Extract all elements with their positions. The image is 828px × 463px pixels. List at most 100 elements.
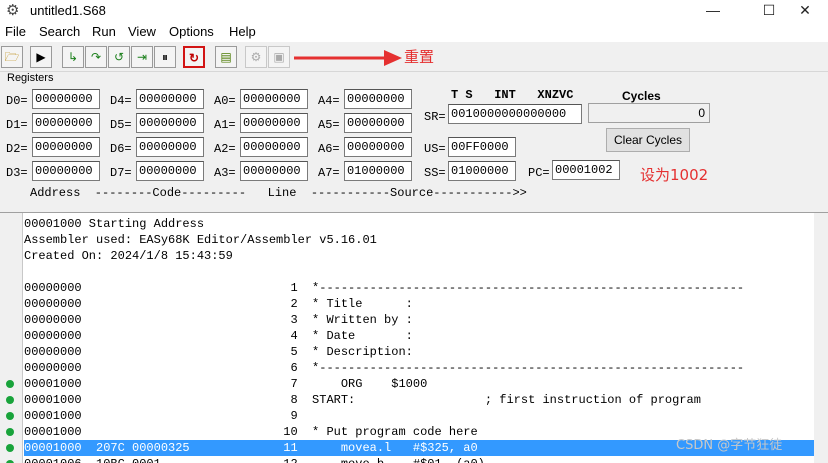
trace-icon: ↺ <box>113 50 125 64</box>
listing-line[interactable]: 00000000 4 * Date : <box>24 328 828 344</box>
minimize-button[interactable]: — <box>690 0 736 22</box>
pause-button[interactable]: ⏸ <box>154 46 176 68</box>
listing-line[interactable]: 00000000 3 * Written by : <box>24 312 828 328</box>
a4-field[interactable]: 00000000 <box>344 89 412 109</box>
breakpoint-marker[interactable] <box>6 396 14 404</box>
menu-options[interactable]: Options <box>169 24 214 39</box>
menu-help[interactable]: Help <box>229 24 256 39</box>
menu-view[interactable]: View <box>128 24 156 39</box>
d7-field[interactable]: 00000000 <box>136 161 204 181</box>
reset-annotation: 重置 <box>404 48 435 66</box>
log-icon: ▤ <box>220 50 232 64</box>
cycles-value: 0 <box>588 103 710 123</box>
listing-line[interactable]: 00001000 9 <box>24 408 828 424</box>
d2-label: D2= <box>6 142 28 156</box>
log-stop-icon: ▣ <box>273 50 285 64</box>
a6-label: A6= <box>318 142 340 156</box>
a6-field[interactable]: 00000000 <box>344 137 412 157</box>
pc-label: PC= <box>528 166 550 180</box>
run-button[interactable]: ▶ <box>30 46 52 68</box>
a0-field[interactable]: 00000000 <box>240 89 308 109</box>
reset-icon: ↻ <box>188 51 200 65</box>
a3-field[interactable]: 00000000 <box>240 161 308 181</box>
clear-cycles-button[interactable]: Clear Cycles <box>606 128 690 152</box>
listing-line[interactable]: 00000000 5 * Description: <box>24 344 828 360</box>
title-bar: ⚙ untitled1.S68 — ☐ ✕ <box>0 0 828 23</box>
pause-icon: ⏸ <box>161 50 168 64</box>
listing-line[interactable]: Assembler used: EASy68K Editor/Assembler… <box>24 232 828 248</box>
step-over-button[interactable]: ↷ <box>85 46 107 68</box>
listing-line[interactable]: 00000000 1 *----------------------------… <box>24 280 828 296</box>
sr-flags-header: T S INT XNZVC <box>451 88 574 102</box>
step-into-icon: ↳ <box>67 50 79 64</box>
open-button[interactable]: 🗁 <box>1 46 23 68</box>
breakpoint-gutter[interactable] <box>0 213 23 463</box>
a1-field[interactable]: 00000000 <box>240 113 308 133</box>
d6-label: D6= <box>110 142 132 156</box>
d4-label: D4= <box>110 94 132 108</box>
step-over-icon: ↷ <box>90 50 102 64</box>
d1-field[interactable]: 00000000 <box>32 113 100 133</box>
listing-line[interactable]: 00001000 7 ORG $1000 <box>24 376 828 392</box>
d2-field[interactable]: 00000000 <box>32 137 100 157</box>
log-stop-button[interactable]: ▣ <box>268 46 290 68</box>
gear-icon[interactable]: ⚙ <box>6 3 22 19</box>
menu-search[interactable]: Search <box>39 24 80 39</box>
breakpoint-marker[interactable] <box>6 444 14 452</box>
log-button[interactable]: ▤ <box>215 46 237 68</box>
listing-panel[interactable]: 00001000 Starting Address Assembler used:… <box>0 212 828 463</box>
run-to-cursor-button[interactable]: ⇥ <box>131 46 153 68</box>
us-label: US= <box>424 142 446 156</box>
run-icon: ▶ <box>36 50 46 64</box>
vertical-scrollbar[interactable] <box>814 213 828 463</box>
a5-field[interactable]: 00000000 <box>344 113 412 133</box>
listing-line[interactable]: 00000000 2 * Title : <box>24 296 828 312</box>
a7-label: A7= <box>318 166 340 180</box>
a3-label: A3= <box>214 166 236 180</box>
breakpoint-marker[interactable] <box>6 428 14 436</box>
a0-label: A0= <box>214 94 236 108</box>
d3-label: D3= <box>6 166 28 180</box>
pc-annotation: 设为1002 <box>640 166 709 184</box>
watermark: CSDN @字节狂徒 <box>676 438 783 453</box>
listing-line[interactable]: Created On: 2024/1/8 15:43:59 <box>24 248 828 264</box>
step-into-button[interactable]: ↳ <box>62 46 84 68</box>
menu-run[interactable]: Run <box>92 24 116 39</box>
listing-line[interactable]: 00001000 8 START: ; first instruction of… <box>24 392 828 408</box>
log-output-icon: ⚙ <box>250 50 262 64</box>
d5-field[interactable]: 00000000 <box>136 113 204 133</box>
registers-group-label: Registers <box>6 72 55 84</box>
d0-field[interactable]: 00000000 <box>32 89 100 109</box>
sr-field[interactable]: 0010000000000000 <box>448 104 582 124</box>
breakpoint-marker[interactable] <box>6 412 14 420</box>
listing-line[interactable] <box>24 264 828 280</box>
d0-label: D0= <box>6 94 28 108</box>
us-field[interactable]: 00FF0000 <box>448 137 516 157</box>
a2-label: A2= <box>214 142 236 156</box>
close-button[interactable]: ✕ <box>782 0 828 22</box>
a4-label: A4= <box>318 94 340 108</box>
log-start-button[interactable]: ⚙ <box>245 46 267 68</box>
d4-field[interactable]: 00000000 <box>136 89 204 109</box>
a2-field[interactable]: 00000000 <box>240 137 308 157</box>
ss-label: SS= <box>424 166 446 180</box>
d3-field[interactable]: 00000000 <box>32 161 100 181</box>
window-title: untitled1.S68 <box>30 3 106 18</box>
sr-label: SR= <box>424 110 446 124</box>
listing-line[interactable]: 00001000 Starting Address <box>24 216 828 232</box>
ss-field[interactable]: 01000000 <box>448 161 516 181</box>
d6-field[interactable]: 00000000 <box>136 137 204 157</box>
trace-button[interactable]: ↺ <box>108 46 130 68</box>
reset-button[interactable]: ↻ <box>183 46 205 68</box>
menu-file[interactable]: File <box>5 24 26 39</box>
a1-label: A1= <box>214 118 236 132</box>
a5-label: A5= <box>318 118 340 132</box>
d1-label: D1= <box>6 118 28 132</box>
pc-field[interactable]: 00001002 <box>552 160 620 180</box>
menu-bar: File Search Run View Options Help <box>0 22 828 42</box>
run-to-cursor-icon: ⇥ <box>136 50 148 64</box>
listing-column-header: Address --------Code--------- Line -----… <box>30 186 527 200</box>
listing-line[interactable]: 00000000 6 *----------------------------… <box>24 360 828 376</box>
a7-field[interactable]: 01000000 <box>344 161 412 181</box>
breakpoint-marker[interactable] <box>6 380 14 388</box>
